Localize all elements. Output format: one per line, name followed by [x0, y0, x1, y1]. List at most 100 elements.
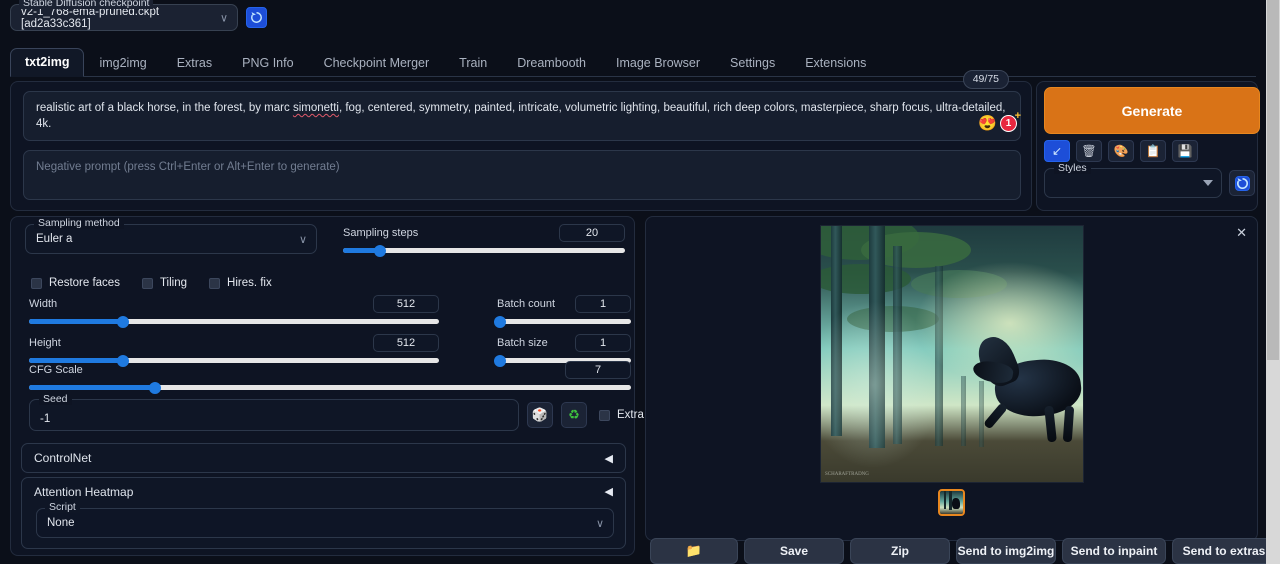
styles-label: Styles: [1054, 162, 1091, 174]
cfg-scale-field: CFG Scale 7: [29, 361, 631, 394]
extra-seed-checkbox[interactable]: Extra: [599, 409, 644, 421]
tab-train[interactable]: Train: [444, 49, 502, 77]
generated-image[interactable]: SCHARAFTRADNG: [820, 225, 1084, 483]
save-button[interactable]: Save: [744, 538, 844, 564]
tiling-label: Tiling: [159, 277, 188, 289]
chevron-down-icon: ∨: [298, 233, 307, 246]
save-style-button[interactable]: 💾: [1172, 140, 1198, 162]
controlnet-label: ControlNet: [34, 451, 92, 465]
sampling-method-label: Sampling method: [34, 217, 124, 229]
height-value[interactable]: 512: [373, 334, 439, 352]
script-value: None: [47, 517, 75, 529]
controlnet-accordion[interactable]: ControlNet ◀: [21, 443, 626, 473]
reuse-seed-button[interactable]: ♻: [561, 402, 587, 428]
batch-count-label: Batch count: [497, 298, 556, 310]
tab-checkpoint-merger[interactable]: Checkpoint Merger: [309, 49, 445, 77]
generate-panel: Generate ↙ 🗑 🎨 📋 💾 Styles: [1036, 81, 1260, 211]
batch-count-slider[interactable]: [493, 315, 631, 328]
hires-fix-label: Hires. fix: [227, 277, 272, 289]
refresh-icon: [251, 12, 262, 23]
prompt-panel: 49/75 realistic art of a black horse, in…: [10, 70, 1032, 211]
seed-row: Seed -1 🎲 ♻ Extra: [29, 393, 644, 431]
main-tabs: txt2img img2img Extras PNG Info Checkpoi…: [10, 47, 1256, 77]
badge-plus-icon: +: [1014, 110, 1021, 122]
restore-progress-button[interactable]: ↙: [1044, 140, 1070, 162]
random-seed-button[interactable]: 🎲: [527, 402, 553, 428]
read-generation-params-button[interactable]: 🎨: [1108, 140, 1134, 162]
gallery-thumbnail[interactable]: [938, 489, 965, 516]
chevron-down-icon: [1203, 180, 1213, 186]
send-to-img2img-button[interactable]: Send to img2img: [956, 538, 1056, 564]
settings-panel: Sampling method Euler a ∨ Sampling steps…: [10, 216, 644, 556]
checkbox-box: [209, 277, 221, 289]
clear-prompt-button[interactable]: 🗑: [1076, 140, 1102, 162]
chevron-down-icon: ∨: [219, 12, 228, 24]
tab-extras[interactable]: Extras: [162, 49, 227, 77]
paste-button[interactable]: 📋: [1140, 140, 1166, 162]
checkpoint-label: Stable Diffusion checkpoint: [19, 0, 154, 9]
tiling-checkbox[interactable]: Tiling: [141, 277, 188, 289]
refresh-icon: [1234, 175, 1250, 191]
tab-dreambooth[interactable]: Dreambooth: [502, 49, 601, 77]
tab-png-info[interactable]: PNG Info: [227, 49, 308, 77]
refresh-styles-button[interactable]: [1229, 170, 1255, 196]
restore-faces-label: Restore faces: [49, 277, 120, 289]
script-field: Script None ∨: [36, 501, 614, 538]
open-folder-button[interactable]: 📁: [650, 538, 738, 564]
collapse-arrow-icon[interactable]: ◀: [605, 485, 613, 498]
width-value[interactable]: 512: [373, 295, 439, 313]
zip-button[interactable]: Zip: [850, 538, 950, 564]
checkbox-box: [31, 277, 42, 289]
prompt-misspelled-word: simonetti: [292, 102, 339, 114]
width-slider[interactable]: [29, 315, 439, 328]
extra-label: Extra: [617, 409, 644, 421]
thumbnail-horse: [952, 498, 960, 509]
feature-checkboxes: Restore faces Tiling Hires. fix: [31, 277, 272, 289]
scrollbar-thumb[interactable]: [1267, 0, 1279, 360]
height-label: Height: [29, 337, 61, 349]
hires-fix-checkbox[interactable]: Hires. fix: [209, 277, 272, 289]
image-stage: SCHARAFTRADNG: [651, 225, 1253, 483]
sampling-method-field: Sampling method Euler a ∨: [25, 217, 317, 254]
attention-heatmap-accordion: Attention Heatmap ◀ Script None ∨: [21, 477, 626, 549]
notification-badge-icon[interactable]: 1 +: [1000, 111, 1021, 132]
sampling-steps-value[interactable]: 20: [559, 224, 625, 242]
sampling-steps-slider[interactable]: [343, 244, 625, 257]
width-label: Width: [29, 298, 58, 310]
result-action-buttons: 📁 Save Zip Send to img2img Send to inpai…: [650, 538, 1276, 564]
sampling-steps-label: Sampling steps: [343, 227, 419, 239]
generate-button[interactable]: Generate: [1044, 87, 1260, 134]
styles-select[interactable]: Styles: [1044, 162, 1222, 198]
script-select[interactable]: None ∨: [36, 508, 614, 538]
negative-prompt-input[interactable]: Negative prompt (press Ctrl+Enter or Alt…: [23, 150, 1021, 200]
token-counter: 49/75: [962, 70, 1009, 89]
batch-count-value[interactable]: 1: [575, 295, 631, 313]
tab-txt2img[interactable]: txt2img: [10, 48, 85, 77]
refresh-checkpoints-button[interactable]: [246, 7, 267, 28]
batch-count-field: Batch count 1: [493, 295, 631, 328]
attention-heatmap-label[interactable]: Attention Heatmap: [34, 485, 133, 499]
tab-img2img[interactable]: img2img: [84, 49, 161, 77]
prompt-input[interactable]: realistic art of a black horse, in the f…: [23, 91, 1021, 141]
height-field: Height 512: [29, 334, 439, 367]
checkpoint-field: Stable Diffusion checkpoint v2-1_768-ema…: [10, 0, 238, 31]
chevron-down-icon: ∨: [595, 517, 604, 530]
heart-eyes-emoji-icon[interactable]: 😍: [978, 116, 997, 131]
checkbox-box: [599, 409, 610, 421]
tab-image-browser[interactable]: Image Browser: [601, 49, 715, 77]
send-to-extras-button[interactable]: Send to extras: [1172, 538, 1276, 564]
page-scrollbar[interactable]: [1266, 0, 1280, 564]
folder-icon: 📁: [685, 543, 703, 558]
cfg-scale-slider[interactable]: [29, 381, 631, 394]
tab-settings[interactable]: Settings: [715, 49, 790, 77]
horse-figure: [971, 320, 1083, 443]
cfg-scale-value[interactable]: 7: [565, 361, 631, 379]
batch-size-value[interactable]: 1: [575, 334, 631, 352]
width-field: Width 512: [29, 295, 439, 328]
send-to-inpaint-button[interactable]: Send to inpaint: [1062, 538, 1166, 564]
badge-count: 1: [1005, 118, 1012, 129]
seed-input[interactable]: Seed -1: [29, 393, 519, 431]
tab-extensions[interactable]: Extensions: [790, 49, 881, 77]
restore-faces-checkbox[interactable]: Restore faces: [31, 277, 120, 289]
gallery-thumbnail-row: [646, 489, 1257, 516]
